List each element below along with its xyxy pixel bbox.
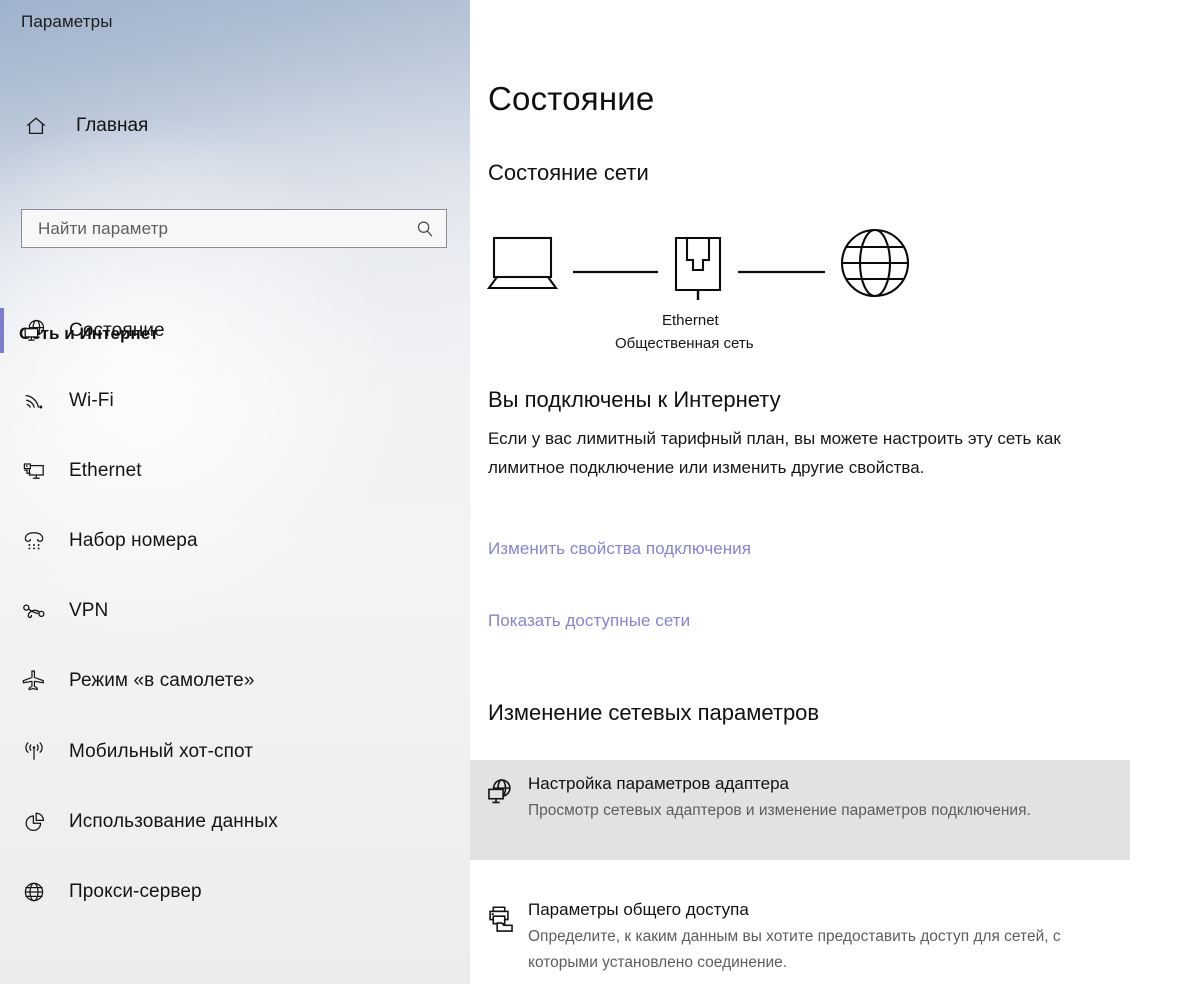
- ethernet-plug-icon: [674, 236, 722, 300]
- setting-sharing-options-description: Определите, к каким данным вы хотите пре…: [528, 928, 1061, 971]
- setting-adapter-options[interactable]: Настройка параметров адаптера Просмотр с…: [470, 760, 1130, 860]
- connection-name: Ethernet: [662, 312, 719, 329]
- sidebar-item-home-label: Главная: [76, 115, 149, 136]
- laptop-icon: [486, 236, 559, 290]
- pie-chart-icon: [7, 808, 61, 836]
- network-profile: Общественная сеть: [615, 335, 754, 352]
- sidebar-item-airplane-mode-label: Режим «в самолете»: [69, 670, 255, 692]
- setting-sharing-options[interactable]: Параметры общего доступа Определите, к к…: [470, 886, 1130, 984]
- airplane-icon: [7, 667, 61, 695]
- settings-window: Параметры Главная Найти параметр Сеть и …: [0, 0, 1200, 984]
- link-change-connection-properties[interactable]: Изменить свойства подключения: [488, 539, 751, 559]
- globe-icon: [840, 228, 910, 298]
- wifi-icon: [7, 387, 61, 415]
- sidebar-item-status-label: Состояние: [69, 319, 165, 341]
- search-input[interactable]: Найти параметр: [21, 209, 447, 248]
- search-input-placeholder: Найти параметр: [38, 218, 169, 238]
- change-network-settings-heading: Изменение сетевых параметров: [488, 700, 820, 725]
- sidebar-item-vpn-label: VPN: [69, 600, 109, 622]
- link-show-available-networks[interactable]: Показать доступные сети: [488, 611, 690, 631]
- sidebar-item-mobile-hotspot-label: Мобильный хот-спот: [69, 740, 254, 762]
- selection-indicator: [0, 308, 4, 353]
- dialup-phone-icon: [7, 527, 61, 555]
- home-icon: [18, 114, 54, 138]
- sidebar: Параметры Главная Найти параметр Сеть и …: [0, 0, 470, 984]
- sidebar-item-wifi[interactable]: Wi-Fi: [0, 377, 470, 424]
- vpn-icon: [7, 597, 61, 625]
- sidebar-nav-list: Состояние Wi-Fi Ethernet Набор номера VP…: [0, 307, 470, 939]
- setting-adapter-options-description: Просмотр сетевых адаптеров и изменение п…: [528, 802, 1031, 819]
- sidebar-item-airplane-mode[interactable]: Режим «в самолете»: [0, 658, 470, 705]
- sidebar-item-wifi-label: Wi-Fi: [69, 389, 114, 411]
- setting-sharing-options-title: Параметры общего доступа: [528, 900, 749, 919]
- main-content: Состояние Состояние сети Ethernet Общест…: [470, 0, 1200, 984]
- globe-monitor-icon: [470, 774, 528, 846]
- globe-icon: [7, 878, 61, 906]
- setting-adapter-options-text: Настройка параметров адаптера Просмотр с…: [528, 774, 1130, 846]
- connection-status-description: Если у вас лимитный тарифный план, вы мо…: [488, 429, 1061, 477]
- sidebar-item-dialup[interactable]: Набор номера: [0, 518, 470, 565]
- sidebar-item-data-usage[interactable]: Использование данных: [0, 798, 470, 845]
- sidebar-item-data-usage-label: Использование данных: [69, 810, 278, 832]
- setting-sharing-options-text: Параметры общего доступа Определите, к к…: [528, 900, 1130, 976]
- connection-status-heading: Вы подключены к Интернету: [488, 387, 781, 412]
- sidebar-item-ethernet-label: Ethernet: [69, 459, 142, 481]
- sidebar-item-vpn[interactable]: VPN: [0, 588, 470, 635]
- network-diagram: Ethernet Общественная сеть: [480, 228, 950, 358]
- ethernet-monitor-icon: [7, 457, 61, 485]
- network-status-heading: Состояние сети: [488, 160, 649, 185]
- hotspot-antenna-icon: [7, 738, 61, 766]
- sidebar-item-dialup-label: Набор номера: [69, 530, 198, 552]
- sidebar-item-proxy-label: Прокси-сервер: [69, 881, 202, 902]
- page-title: Состояние: [488, 80, 655, 117]
- sidebar-item-proxy[interactable]: Прокси-сервер: [0, 869, 470, 916]
- search-icon[interactable]: [404, 219, 446, 239]
- globe-monitor-icon: [7, 317, 61, 345]
- sidebar-item-status[interactable]: Состояние: [0, 307, 470, 354]
- sidebar-item-ethernet[interactable]: Ethernet: [0, 447, 470, 494]
- sidebar-item-mobile-hotspot[interactable]: Мобильный хот-спот: [0, 728, 470, 775]
- printer-folder-icon: [470, 900, 528, 976]
- sidebar-item-home[interactable]: Главная: [18, 110, 470, 142]
- app-title: Параметры: [21, 12, 113, 31]
- setting-adapter-options-title: Настройка параметров адаптера: [528, 774, 790, 793]
